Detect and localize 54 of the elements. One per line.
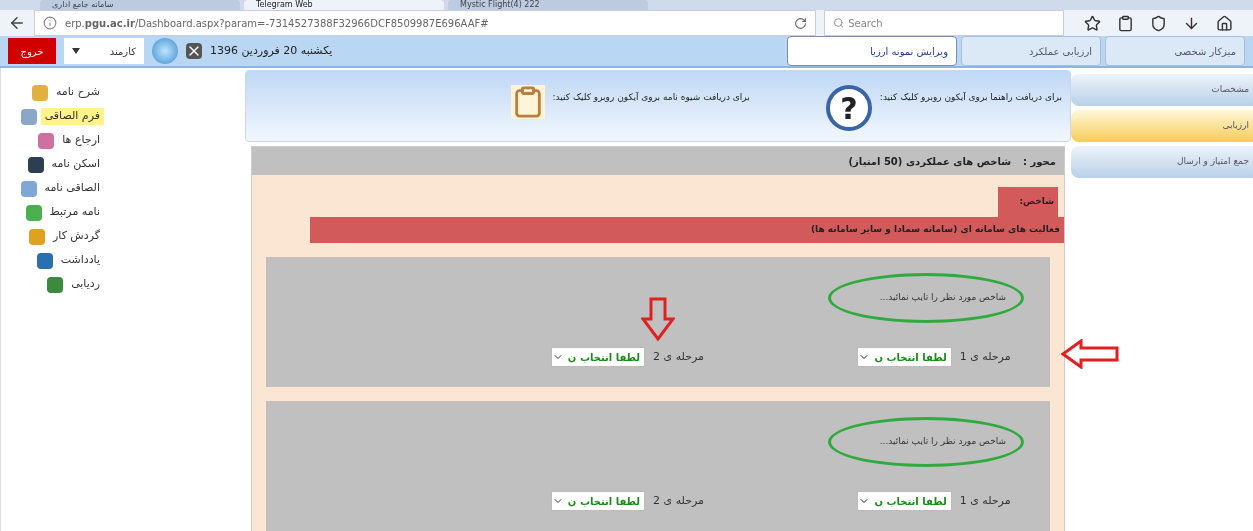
- sidebar-item[interactable]: ارجاع ها: [1, 130, 104, 151]
- sidebar-item[interactable]: ردیابی: [1, 274, 104, 295]
- sidebar-item[interactable]: گردش کار: [1, 226, 104, 247]
- stage-label: مرحله ی 2: [653, 492, 704, 509]
- date-text: یکشنبه 20 فروردین 1396: [210, 42, 333, 59]
- form-text: برای دریافت شیوه نامه بروی آیکون روبرو کلیک کنید:: [552, 91, 750, 104]
- stage-select[interactable]: لطفا انتخاب ن: [550, 347, 646, 367]
- nav-tab[interactable]: جمع امتیاز و ارسال: [1071, 146, 1253, 178]
- search-input[interactable]: Search: [848, 15, 1055, 31]
- axis-label: محور :: [1023, 154, 1056, 169]
- role-select[interactable]: کارمند: [64, 38, 144, 64]
- help-icon[interactable]: ?: [825, 85, 872, 131]
- indicator-field[interactable]: شاخص مورد نظر را تایپ نمائید...: [846, 291, 1006, 305]
- indicator-field[interactable]: شاخص مورد نظر را تایپ نمائید...: [846, 435, 1006, 449]
- sidebar-item[interactable]: الصاقی نامه: [1, 178, 104, 199]
- sidebar-item[interactable]: نامه مرتبط: [1, 202, 104, 223]
- stage-select[interactable]: لطفا انتخاب ن: [550, 491, 646, 511]
- nav-tab[interactable]: مشخصات: [1071, 74, 1253, 106]
- app-tab[interactable]: ارزیابی عملکرد: [961, 36, 1101, 66]
- exit-button[interactable]: خروج: [8, 38, 56, 64]
- browser-tab[interactable]: Mystic Flight(4) 222: [448, 0, 648, 10]
- close-icon[interactable]: [186, 43, 202, 59]
- url-text: erp.pgu.ac.ir/Dashboard.aspx?param=-7314527388F32966DCF8509987E696AAF#: [65, 16, 490, 31]
- stage-label: مرحله ی 1: [959, 492, 1011, 509]
- shield-icon[interactable]: [1150, 14, 1167, 32]
- clipboard-icon[interactable]: [510, 85, 545, 119]
- sidebar-item[interactable]: یادداشت: [1, 250, 104, 271]
- help-text: برای دریافت راهنما بروی آیکون روبرو کلیک کنید:: [879, 91, 1062, 104]
- sidebar-item[interactable]: اسکن نامه: [1, 154, 104, 175]
- app-tab[interactable]: ویرایش نمونه ارزیا: [787, 36, 957, 66]
- search-field[interactable]: Search: [824, 10, 1064, 36]
- axis-value: شاخص های عملکردی (50 امتیاز): [848, 154, 1012, 169]
- arrow-annotation: [1061, 339, 1119, 369]
- stage-select[interactable]: لطفا انتخاب ن: [857, 347, 952, 367]
- sidebar-item[interactable]: شرح نامه: [1, 82, 104, 103]
- arrow-annotation: [640, 297, 675, 341]
- nav-tab[interactable]: ارزیابی: [1071, 110, 1253, 142]
- stage-label: مرحله ی 1: [959, 348, 1011, 365]
- back-icon[interactable]: [8, 14, 26, 32]
- browser-tab[interactable]: Telegram Web: [244, 0, 444, 10]
- clipboard-icon[interactable]: [1117, 14, 1134, 32]
- indicator-label: شاخص:: [998, 187, 1058, 217]
- address-bar[interactable]: erp.pgu.ac.ir/Dashboard.aspx?param=-7314527388F32966DCF8509987E696AAF#: [34, 10, 816, 36]
- caret-icon: [72, 48, 80, 54]
- star-icon[interactable]: [1084, 14, 1101, 32]
- app-tab[interactable]: میزکار شخصی: [1105, 36, 1245, 66]
- info-icon: [43, 16, 57, 30]
- reload-icon[interactable]: [794, 16, 807, 30]
- stage-select[interactable]: لطفا انتخاب ن: [857, 491, 952, 511]
- search-icon: [833, 17, 845, 29]
- indicator-value: فعالیت های سامانه ای (سامانه سمادا و سایر سامانه ها): [310, 217, 1064, 243]
- home-icon[interactable]: [1216, 14, 1233, 32]
- browser-tab[interactable]: سامانه جامع اداری: [40, 0, 240, 10]
- stage-label: مرحله ی 2: [653, 348, 704, 365]
